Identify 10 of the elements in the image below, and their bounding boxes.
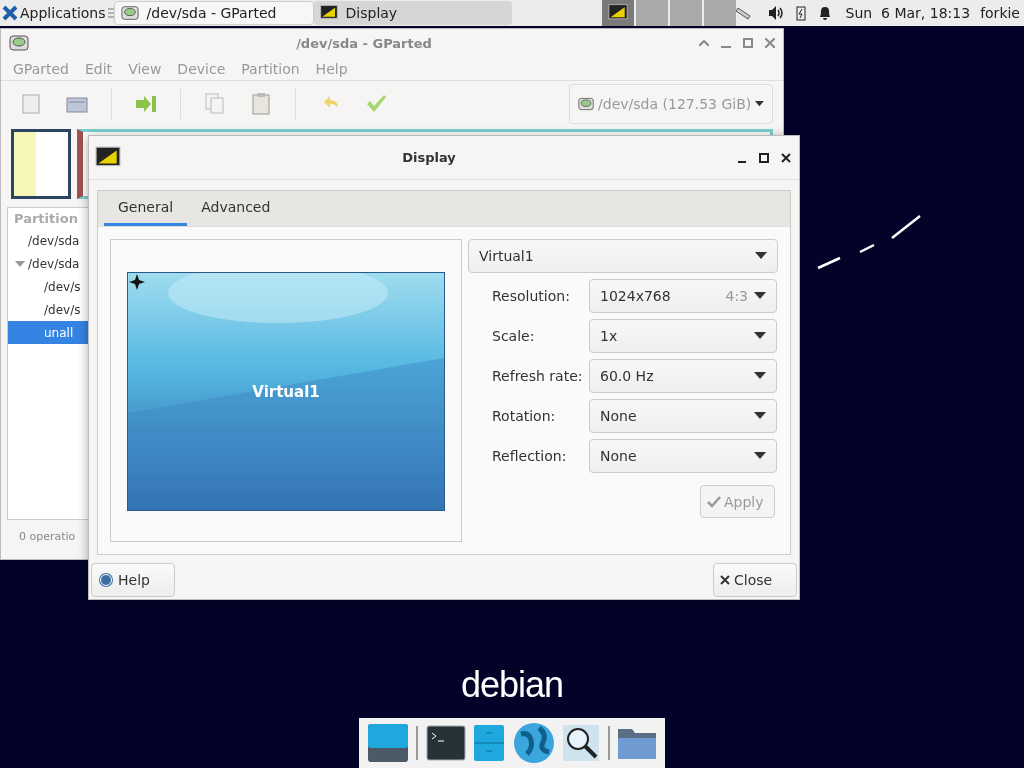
setting-label: Reflection: — [492, 448, 568, 464]
window-title: /dev/sda - GParted — [295, 35, 433, 51]
status-text: 0 operatio — [18, 529, 77, 545]
setting-label: Rotation: — [492, 408, 557, 424]
setting-label: Resolution: — [492, 288, 571, 304]
setting-label: Refresh rate: — [492, 368, 584, 384]
dialog-title: Display — [401, 150, 457, 165]
debian-logo: debian — [460, 664, 564, 706]
monitor-name: Virtual1 — [252, 382, 320, 401]
setting-label: Scale: — [492, 328, 536, 344]
